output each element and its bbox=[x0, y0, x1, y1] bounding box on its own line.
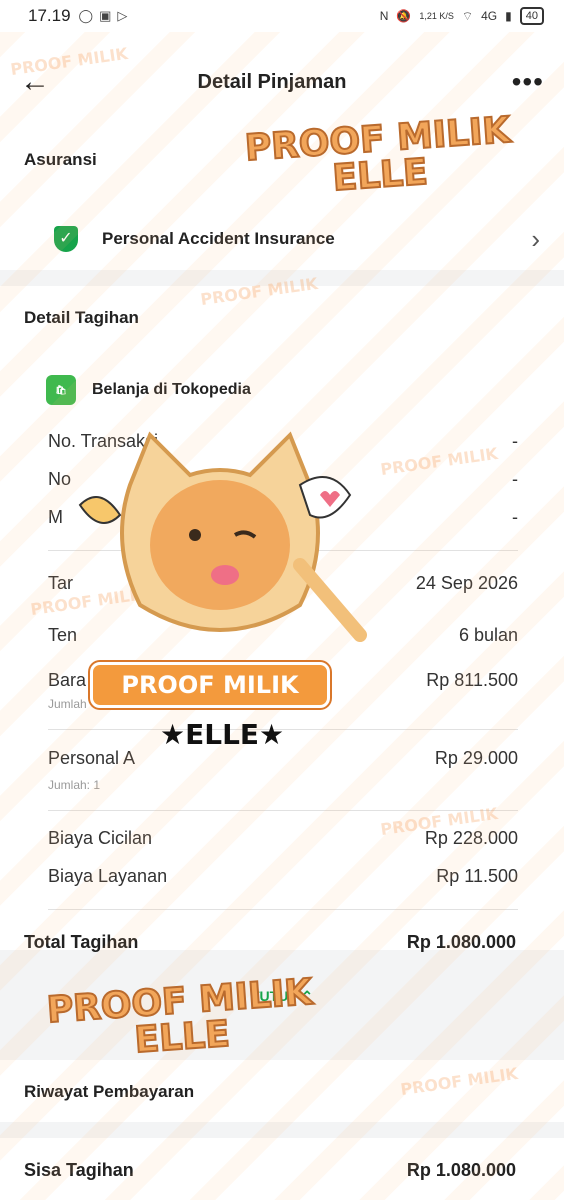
total-row: Total Tagihan Rp 1.080.000 bbox=[0, 932, 564, 953]
proof-banner: PROOF MILIK bbox=[90, 662, 330, 708]
elle-name: ELLE bbox=[185, 718, 260, 751]
row-value: - bbox=[512, 506, 518, 527]
status-bar: 17.19 ◯ ▣ ▷ N 🔕 1,21 K/S ⌔ 4G ▮ 40 bbox=[0, 0, 564, 32]
sisa-section: Sisa Tagihan Rp 1.080.000 bbox=[0, 1138, 564, 1200]
fee-value: Rp 228.000 bbox=[424, 827, 518, 848]
notification-icons: ◯ ▣ ▷ bbox=[79, 8, 128, 24]
net-speed: 1,21 K/S bbox=[419, 10, 454, 21]
insurance-label: Personal Accident Insurance bbox=[102, 229, 335, 248]
fee-label: Biaya Layanan bbox=[48, 865, 168, 886]
watermark-sticker-bottom: PROOF MILIK ELLE bbox=[45, 971, 316, 1065]
page-title: Detail Pinjaman bbox=[197, 70, 347, 93]
elle-tag: ★ELLE★ bbox=[160, 718, 285, 751]
status-time: 17.19 bbox=[28, 6, 71, 25]
item-qty: Jumlah: 1 bbox=[48, 778, 101, 792]
fee-value: Rp 11.500 bbox=[436, 865, 518, 886]
row-value: - bbox=[512, 430, 518, 451]
tokopedia-logo-icon: 🛍 bbox=[46, 375, 76, 405]
nfc-icon: N bbox=[379, 9, 389, 23]
item-label: Bara bbox=[48, 669, 87, 690]
merchant-row: 🛍 Belanja di Tokopedia bbox=[0, 370, 564, 410]
insurance-row[interactable]: ✓ Personal Accident Insurance › bbox=[0, 206, 564, 272]
sisa-label: Sisa Tagihan bbox=[24, 1160, 134, 1180]
fee-row: Biaya Cicilan Rp 228.000 bbox=[0, 819, 564, 857]
detail-tagihan-header: Detail Tagihan bbox=[24, 308, 139, 327]
total-label: Total Tagihan bbox=[24, 932, 139, 952]
row-value: 24 Sep 2026 bbox=[415, 572, 518, 593]
item-value: Rp 811.500 bbox=[426, 669, 518, 690]
shop-icon: ▣ bbox=[99, 8, 112, 23]
battery-indicator: 40 bbox=[519, 7, 544, 25]
item-value: Rp 29.000 bbox=[434, 747, 518, 768]
arrow-left-icon[interactable]: ← bbox=[20, 65, 60, 99]
system-icons: N 🔕 1,21 K/S ⌔ 4G ▮ 40 bbox=[380, 7, 544, 25]
row-value: 6 bulan bbox=[458, 624, 518, 645]
mute-icon: 🔕 bbox=[396, 9, 412, 23]
total-value: Rp 1.080.000 bbox=[406, 932, 516, 952]
riwayat-header: Riwayat Pembayaran bbox=[24, 1082, 195, 1101]
merchant-label: Belanja di Tokopedia bbox=[92, 381, 251, 398]
divider bbox=[48, 810, 518, 811]
wifi-icon: ⌔ bbox=[461, 8, 474, 23]
cat-bread-sticker bbox=[78, 431, 367, 642]
sisa-row: Sisa Tagihan Rp 1.080.000 bbox=[0, 1138, 564, 1181]
fee-label: Biaya Cicilan bbox=[48, 827, 153, 848]
sisa-value: Rp 1.080.000 bbox=[406, 1160, 516, 1180]
row-value: - bbox=[512, 468, 518, 489]
riwayat-section[interactable]: Riwayat Pembayaran bbox=[0, 1060, 564, 1122]
fee-row: Biaya Layanan Rp 11.500 bbox=[0, 857, 564, 895]
signal-label: 4G bbox=[481, 9, 498, 23]
signal-icon: ▮ bbox=[505, 9, 512, 23]
chevron-right-icon: › bbox=[531, 223, 540, 254]
more-dots-icon[interactable]: ••• bbox=[504, 66, 544, 98]
item-label: Personal A bbox=[48, 747, 136, 768]
shield-check-icon: ✓ bbox=[54, 226, 78, 252]
play-icon: ▷ bbox=[117, 8, 128, 23]
whatsapp-icon: ◯ bbox=[78, 8, 94, 23]
row-label: M bbox=[48, 506, 63, 527]
divider bbox=[48, 909, 518, 910]
row-label: No bbox=[48, 468, 72, 489]
